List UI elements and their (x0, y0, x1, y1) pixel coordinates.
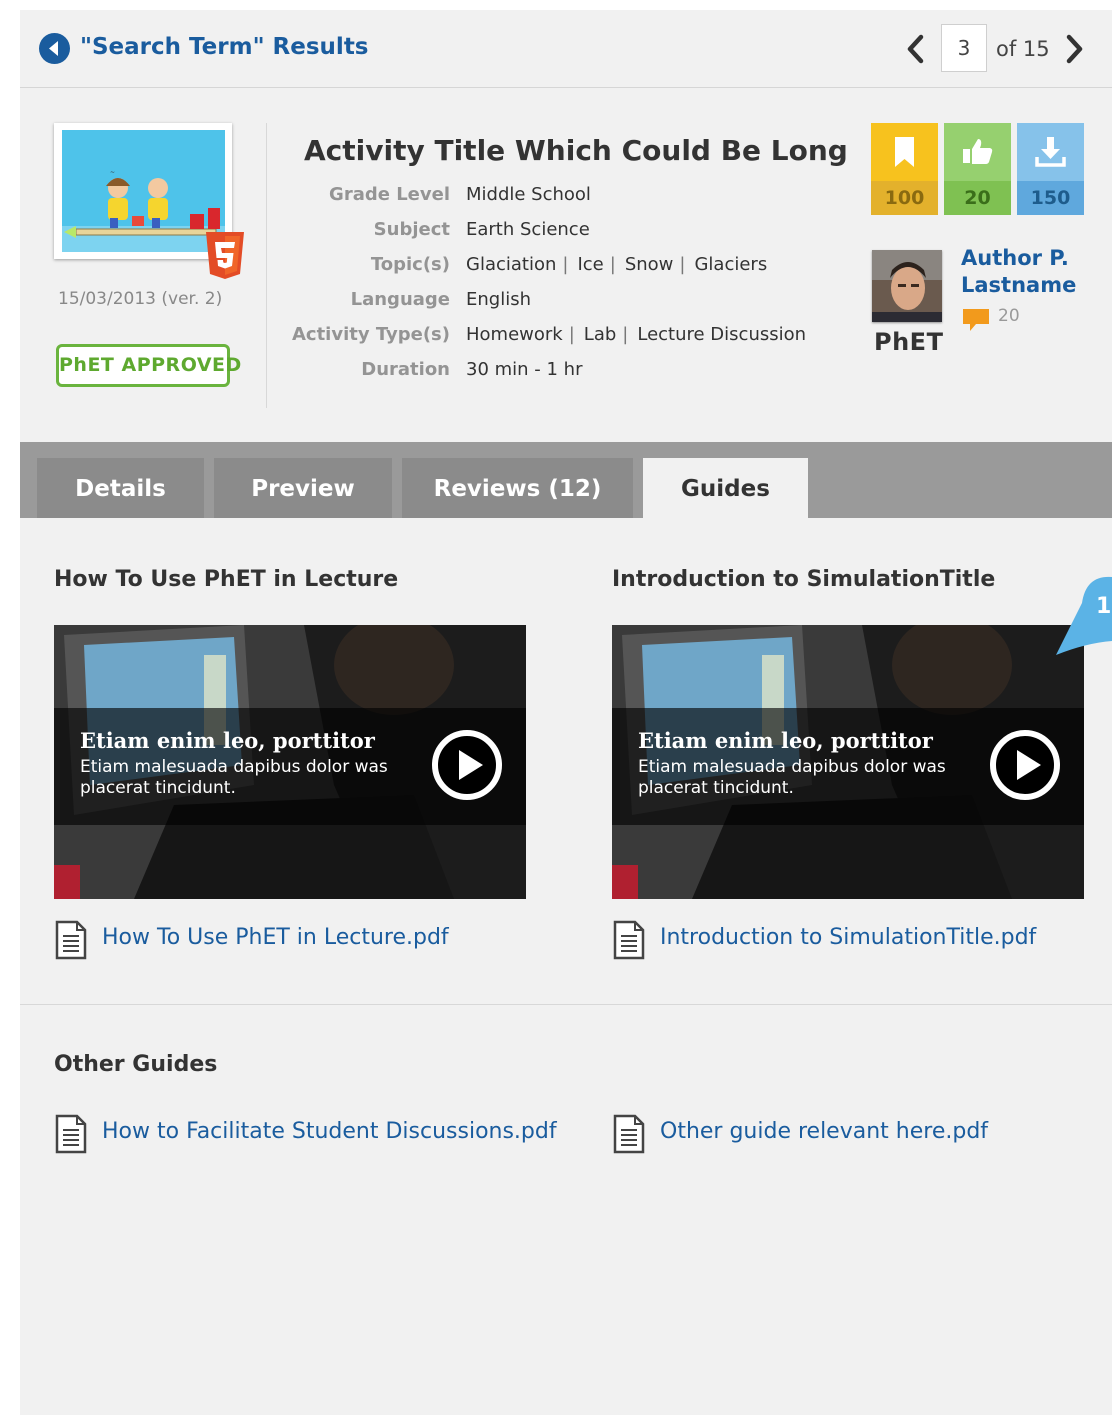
tab-details[interactable]: Details (37, 458, 204, 518)
author-name-link[interactable]: Author P. Lastname (961, 245, 1111, 299)
other-guide-file-name[interactable]: Other guide relevant here.pdf (660, 1119, 988, 1144)
topic-tag[interactable]: Glaciation (466, 254, 556, 275)
back-button[interactable] (39, 33, 70, 64)
comment-icon[interactable] (962, 308, 990, 332)
other-guides-title: Other Guides (54, 1052, 218, 1077)
tab-bar: Details Preview Reviews (12) Guides (20, 442, 1112, 518)
grade-level-label: Grade Level (329, 184, 450, 205)
subject-value: Earth Science (466, 219, 590, 240)
play-icon[interactable] (988, 728, 1062, 802)
language-value: English (466, 289, 531, 310)
tab-guides[interactable]: Guides (643, 458, 808, 518)
video-headline: Etiam enim leo, porttitor (638, 728, 933, 753)
guide-title: How To Use PhET in Lecture (54, 567, 399, 592)
version-date: 15/03/2013 (ver. 2) (58, 289, 223, 309)
back-arrow-icon (49, 41, 58, 56)
comment-count: 20 (998, 306, 1020, 326)
tab-preview[interactable]: Preview (214, 458, 392, 518)
document-icon (613, 1114, 645, 1154)
like-count: 20 (944, 181, 1011, 215)
language-label: Language (350, 289, 450, 310)
results-nav-bar: "Search Term" Results of 15 (20, 10, 1112, 88)
meta-row-language: Language English (250, 289, 890, 319)
topic-tag[interactable]: Ice (577, 254, 603, 275)
bookmark-icon (895, 137, 914, 167)
previous-result-icon[interactable] (902, 32, 928, 66)
annotation-number: 1 (1096, 594, 1112, 619)
grade-level-value: Middle School (466, 184, 591, 205)
video-description: Etiam malesuada dapibus dolor was placer… (80, 757, 388, 798)
meta-row-topics: Topic(s) Glaciation | Ice | Snow | Glaciers (250, 254, 890, 284)
activity-panel: "Search Term" Results of 15 (20, 10, 1112, 1415)
download-count: 150 (1017, 181, 1084, 215)
html5-icon (206, 232, 244, 279)
document-icon (55, 920, 87, 960)
video-player[interactable]: Etiam enim leo, porttitor Etiam malesuad… (54, 625, 526, 899)
search-results-link[interactable]: "Search Term" Results (80, 34, 369, 60)
bookmark-count: 100 (871, 181, 938, 215)
activity-type-tag[interactable]: Homework (466, 324, 563, 345)
meta-row-subject: Subject Earth Science (250, 219, 890, 249)
video-description: Etiam malesuada dapibus dolor was placer… (638, 757, 946, 798)
document-icon (55, 1114, 87, 1154)
document-icon (613, 920, 645, 960)
other-guide-pdf-link[interactable]: How to Facilitate Student Discussions.pd… (54, 1114, 574, 1154)
page-total: of 15 (996, 37, 1050, 61)
guide-pdf-link[interactable]: Introduction to SimulationTitle.pdf (612, 920, 1052, 960)
svg-text:~: ~ (110, 169, 115, 176)
guide-title: Introduction to SimulationTitle (612, 567, 996, 592)
other-guide-file-name[interactable]: How to Facilitate Student Discussions.pd… (102, 1119, 557, 1144)
activity-types-value: Homework | Lab | Lecture Discussion (466, 324, 807, 345)
video-headline: Etiam enim leo, porttitor (80, 728, 375, 753)
simulation-preview-image: ~ (62, 130, 225, 252)
meta-row-activity-types: Activity Type(s) Homework | Lab | Lecture Di… (250, 324, 890, 354)
activity-type-tag[interactable]: Lecture Discussion (637, 324, 806, 345)
activity-type-tag[interactable]: Lab (584, 324, 616, 345)
download-icon (1035, 137, 1066, 167)
tab-reviews[interactable]: Reviews (12) (402, 458, 633, 518)
guide-file-name[interactable]: Introduction to SimulationTitle.pdf (660, 925, 1036, 950)
other-guide-pdf-link[interactable]: Other guide relevant here.pdf (612, 1114, 1052, 1154)
video-player[interactable]: Etiam enim leo, porttitor Etiam malesuad… (612, 625, 1084, 899)
activity-title: Activity Title Which Could Be Long (304, 134, 848, 167)
meta-row-duration: Duration 30 min - 1 hr (250, 359, 890, 389)
download-button[interactable]: 150 (1017, 123, 1084, 215)
play-icon[interactable] (430, 728, 504, 802)
phet-approved-badge: PhET APPROVED (56, 344, 241, 387)
phet-logo: PhET (874, 328, 944, 356)
page-number-input[interactable] (941, 24, 987, 72)
avatar[interactable] (872, 250, 942, 322)
topic-tag[interactable]: Snow (625, 254, 674, 275)
topic-tag[interactable]: Glaciers (694, 254, 767, 275)
guide-pdf-link[interactable]: How To Use PhET in Lecture.pdf (54, 920, 474, 960)
topics-value: Glaciation | Ice | Snow | Glaciers (466, 254, 768, 275)
bookmark-button[interactable]: 100 (871, 123, 938, 215)
duration-value: 30 min - 1 hr (466, 359, 583, 380)
topics-label: Topic(s) (370, 254, 450, 275)
thumbs-up-icon (963, 139, 993, 164)
section-divider (20, 1004, 1112, 1005)
subject-label: Subject (373, 219, 450, 240)
like-button[interactable]: 20 (944, 123, 1011, 215)
activity-types-label: Activity Type(s) (291, 324, 450, 345)
duration-label: Duration (361, 359, 450, 380)
meta-row-grade: Grade Level Middle School (250, 184, 890, 214)
next-result-icon[interactable] (1062, 32, 1088, 66)
guide-file-name[interactable]: How To Use PhET in Lecture.pdf (102, 925, 449, 950)
